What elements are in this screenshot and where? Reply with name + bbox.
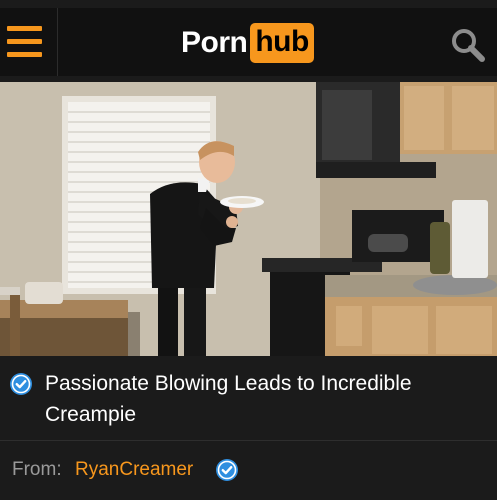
- menu-button[interactable]: [0, 8, 58, 76]
- video-player[interactable]: [0, 82, 497, 356]
- uploader-name-link[interactable]: RyanCreamer: [75, 459, 193, 481]
- verified-check-icon: [216, 459, 238, 481]
- logo-right-badge: hub: [250, 23, 314, 63]
- video-title-line-1: Passionate Blowing Leads to Incredible: [45, 372, 412, 395]
- video-title-line-2: Creampie: [45, 403, 137, 426]
- uploader-section: From: RyanCreamer: [0, 441, 497, 500]
- site-logo[interactable]: Porn hub: [181, 23, 314, 63]
- logo-left-text: Porn: [181, 26, 248, 59]
- top-navbar: Porn hub: [0, 8, 497, 76]
- search-icon: [452, 29, 485, 62]
- video-title[interactable]: Passionate Blowing Leads to Incredible C…: [45, 368, 485, 430]
- app-frame: Porn hub Passionate Blowing Leads to Inc…: [0, 0, 497, 500]
- verified-check-icon: [10, 373, 32, 395]
- video-thumbnail: [0, 82, 497, 356]
- from-label: From:: [12, 459, 62, 480]
- video-title-section: Passionate Blowing Leads to Incredible C…: [0, 356, 497, 438]
- search-button[interactable]: [448, 25, 488, 65]
